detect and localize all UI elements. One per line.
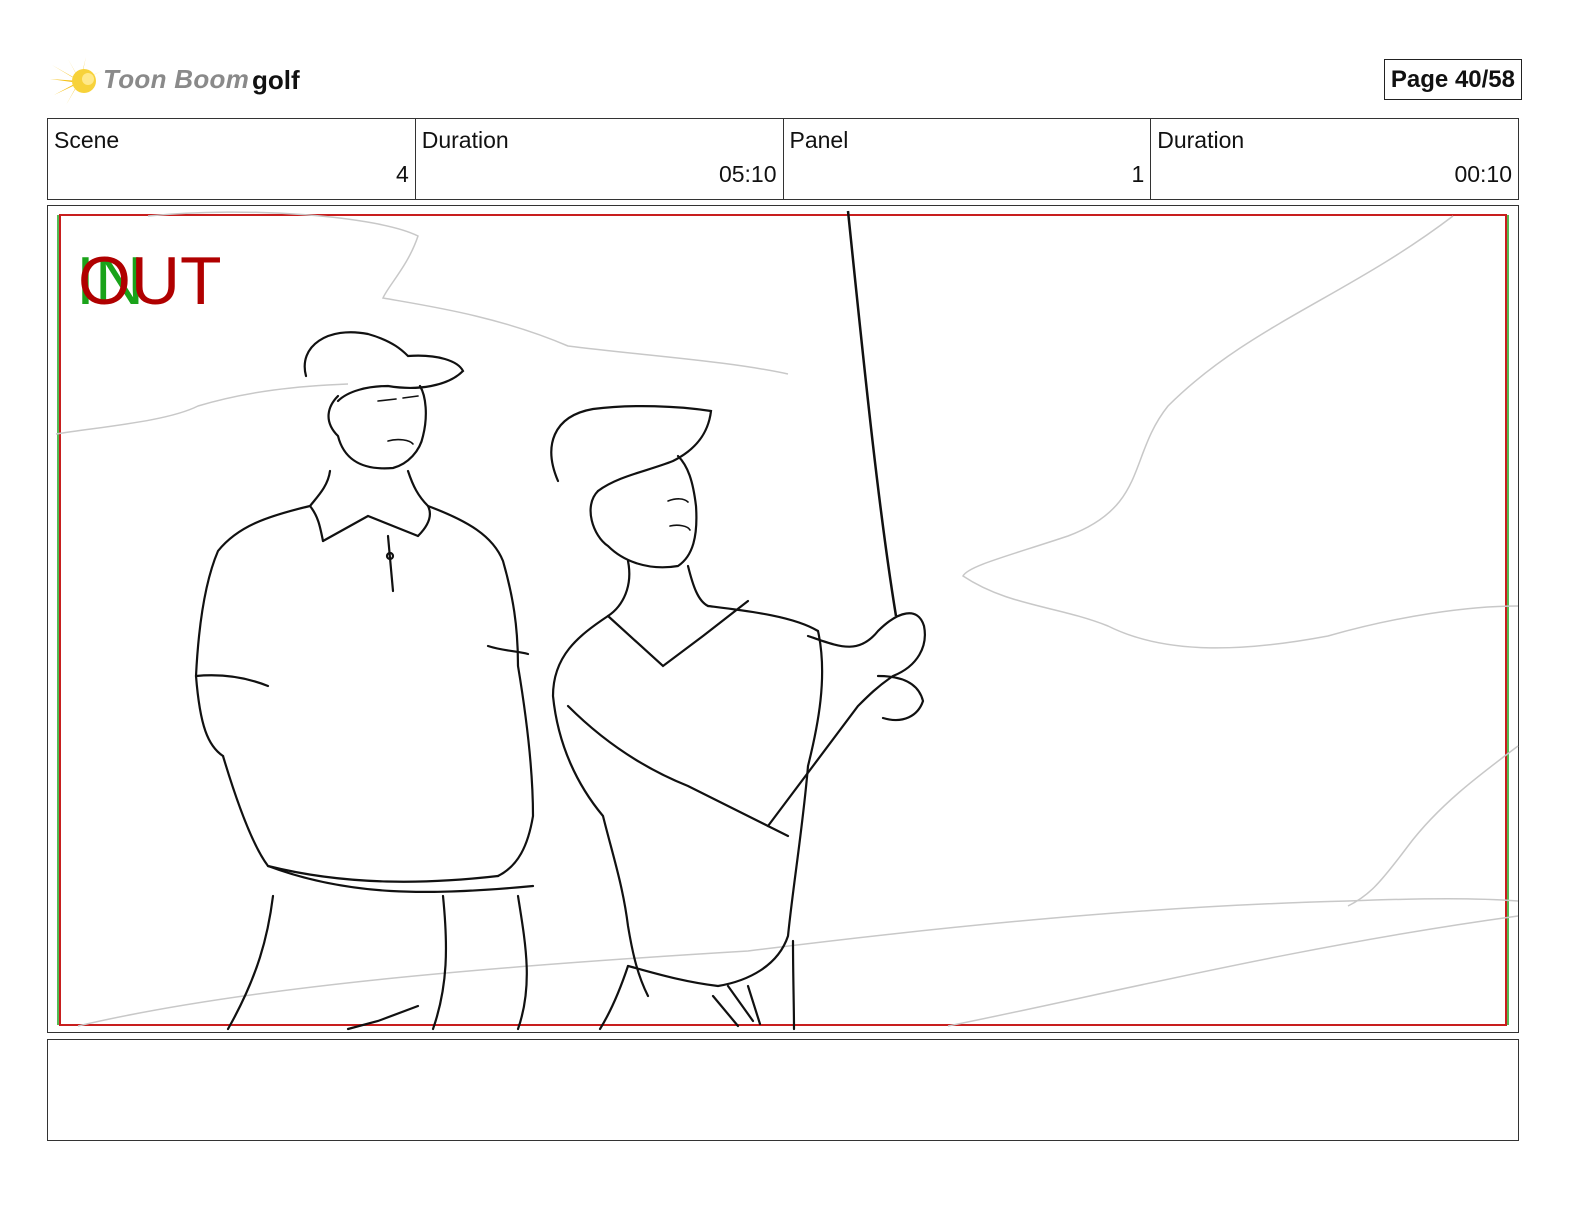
panel-sketch: IN OUT: [55, 210, 1519, 1031]
out-marker: OUT: [78, 243, 222, 319]
logo-text: Toon Boom: [103, 64, 250, 94]
scene-cell: Scene 4: [48, 119, 416, 199]
panel-duration-label: Duration: [1157, 127, 1245, 153]
scene-value: 4: [395, 161, 409, 187]
scene-info-table: Scene 4 Duration 05:10 Panel 1 Duration …: [47, 118, 1519, 200]
scene-duration-label: Duration: [421, 127, 509, 153]
scene-duration-cell: Duration 05:10: [416, 119, 784, 199]
flagpole: [846, 210, 898, 617]
golfer-right: [550, 405, 926, 1031]
golfer-left: [194, 331, 535, 1031]
scene-label: Scene: [54, 127, 120, 153]
panel-value: 1: [1131, 161, 1145, 187]
sunburst-icon: [50, 57, 102, 105]
toon-boom-logo: Toon Boom: [50, 55, 260, 107]
storyboard-panel: IN OUT: [47, 205, 1519, 1033]
panel-duration-cell: Duration 00:10: [1151, 119, 1518, 199]
scene-duration-value: 05:10: [718, 161, 777, 187]
panel-cell: Panel 1: [784, 119, 1152, 199]
project-name: golf: [252, 65, 300, 95]
storyboard-header: Toon Boom golf Page 40/58: [50, 55, 1540, 107]
panel-duration-value: 00:10: [1454, 161, 1512, 187]
caption-box: [47, 1039, 1519, 1141]
panel-label: Panel: [789, 127, 849, 153]
page-indicator: Page 40/58: [1383, 59, 1522, 100]
